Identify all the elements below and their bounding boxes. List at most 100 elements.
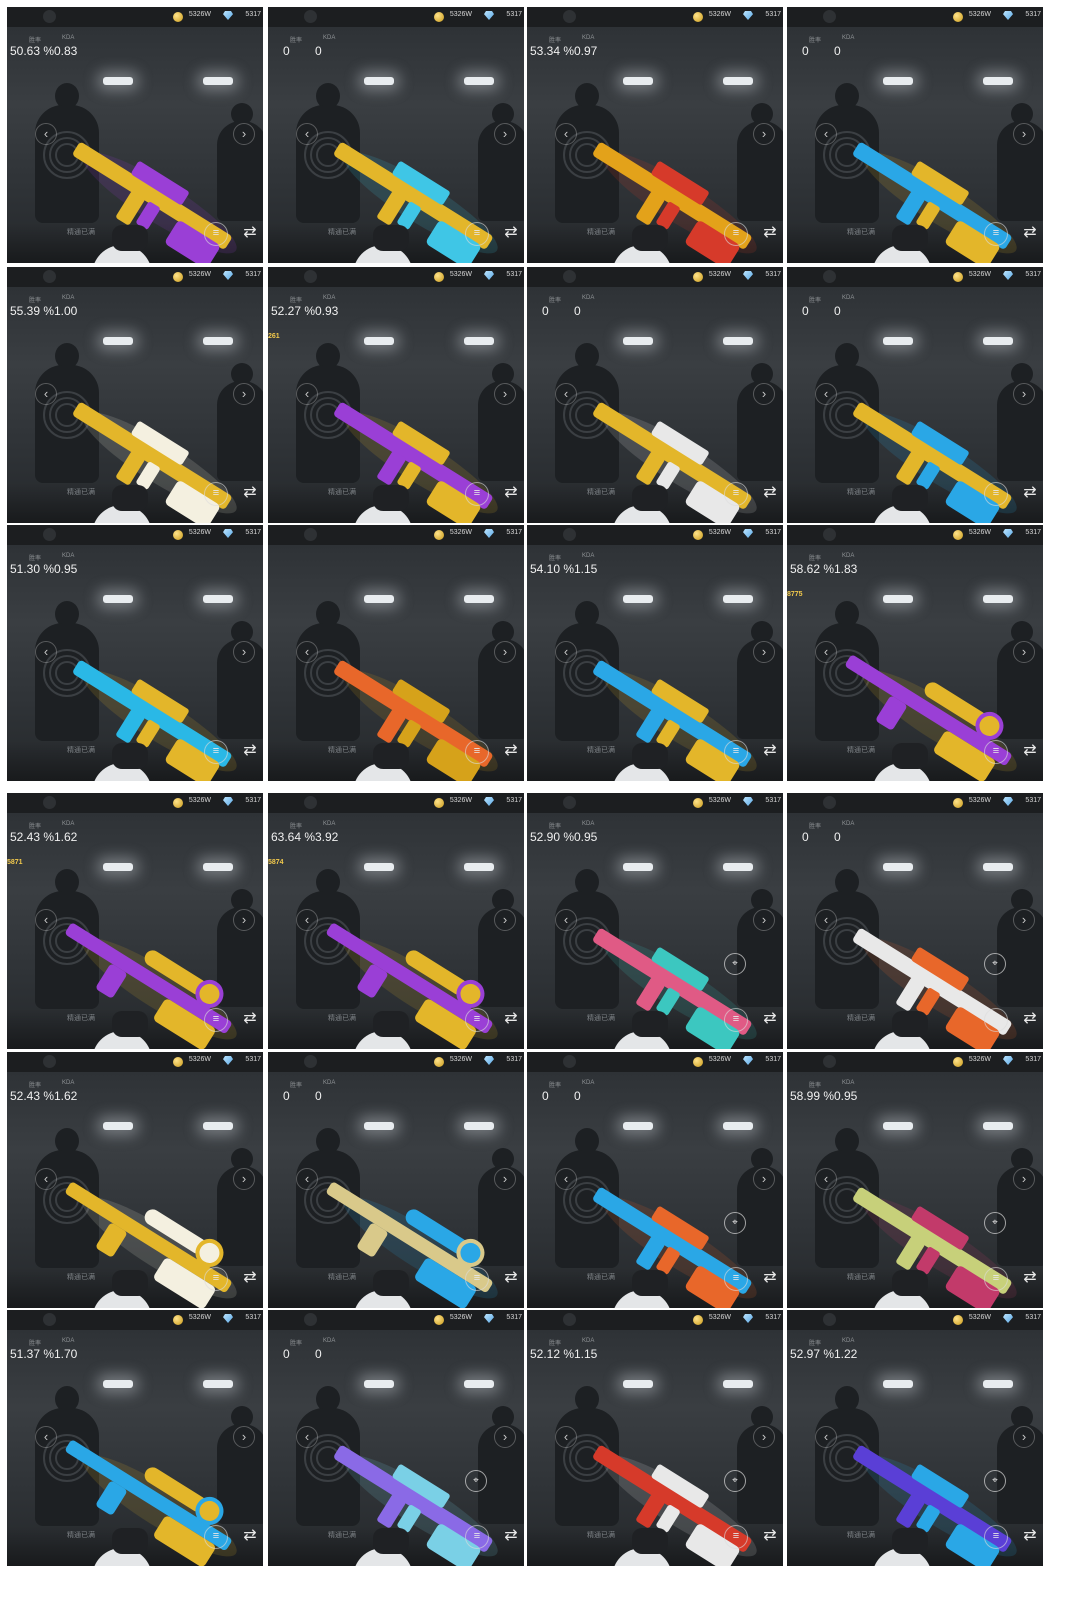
kda-value: 0.83: [54, 44, 78, 58]
scope-toggle-icon[interactable]: ⌖: [984, 953, 1006, 975]
inspect-button[interactable]: ≡: [204, 222, 228, 246]
inspect-button[interactable]: ≡: [724, 1008, 748, 1032]
inspect-button[interactable]: ≡: [204, 1525, 228, 1549]
swap-weapon-icon[interactable]: ⇄: [759, 1008, 781, 1030]
swap-weapon-icon[interactable]: ⇄: [759, 740, 781, 762]
kda-value: 0.95: [834, 1089, 858, 1103]
player-glove: [892, 485, 928, 511]
weapon-skin-tile[interactable]: 5326W 5317 ‹ › 精通已满 胜率 KDA 52.27 % 0.93 261 ≡ ⇄: [268, 267, 524, 523]
inspect-button[interactable]: ≡: [724, 1267, 748, 1291]
swap-weapon-icon[interactable]: ⇄: [500, 482, 522, 504]
weapon-skin-tile[interactable]: 5326W 5317 ‹ › 精通已满 胜率 KDA 0 0 ⌖ ≡ ⇄: [268, 1310, 524, 1566]
weapon-skin-tile[interactable]: 5326W 5317 ‹ › 精通已满 胜率 KDA 55.39 % 1.00 ≡ ⇄: [7, 267, 263, 523]
inspect-button[interactable]: ≡: [984, 1008, 1008, 1032]
swap-weapon-icon[interactable]: ⇄: [500, 1267, 522, 1289]
weapon-skin-tile[interactable]: 5326W 5317 ‹ › 精通已满 胜率 KDA 0 0 ⌖ ≡ ⇄: [527, 1052, 783, 1308]
inspect-button[interactable]: ≡: [204, 482, 228, 506]
weapon-skin-tile[interactable]: 5326W 5317 ‹ › 精通已满 胜率 KDA 54.10 % 1.15 ≡ ⇄: [527, 525, 783, 781]
weapon-skin-tile[interactable]: 5326W 5317 ‹ › 精通已满 胜率 KDA 53.34 % 0.97 ≡ ⇄: [527, 7, 783, 263]
swap-weapon-icon[interactable]: ⇄: [239, 1525, 261, 1547]
inspect-button[interactable]: ≡: [984, 1525, 1008, 1549]
kda-value: 0: [315, 44, 322, 58]
swap-weapon-icon[interactable]: ⇄: [500, 222, 522, 244]
inspect-button[interactable]: ≡: [204, 1008, 228, 1032]
inspect-button[interactable]: ≡: [984, 482, 1008, 506]
stats-panel: 胜率 KDA 50.63 % 0.83: [7, 35, 117, 65]
swap-weapon-icon[interactable]: ⇄: [759, 1525, 781, 1547]
inspect-button[interactable]: ≡: [465, 482, 489, 506]
scope-toggle-icon[interactable]: ⌖: [724, 953, 746, 975]
inspect-button[interactable]: ≡: [465, 740, 489, 764]
player-glove: [373, 1270, 409, 1296]
swap-weapon-icon[interactable]: ⇄: [500, 740, 522, 762]
swap-weapon-icon[interactable]: ⇄: [239, 482, 261, 504]
scope-toggle-icon[interactable]: ⌖: [724, 1470, 746, 1492]
inspect-button[interactable]: ≡: [204, 1267, 228, 1291]
weapon-skin-tile[interactable]: 5326W 5317 ‹ › 精通已满 胜率 KDA 0 0 ≡ ⇄: [787, 267, 1043, 523]
weapon-skin-tile[interactable]: 5326W 5317 ‹ › 精通已满 胜率 KDA 52.43 % 1.62 ≡ ⇄: [7, 1052, 263, 1308]
swap-weapon-icon[interactable]: ⇄: [239, 222, 261, 244]
inspect-button[interactable]: ≡: [724, 740, 748, 764]
swap-weapon-icon[interactable]: ⇄: [1019, 222, 1041, 244]
inspect-button[interactable]: ≡: [465, 1008, 489, 1032]
swap-weapon-icon[interactable]: ⇄: [1019, 1267, 1041, 1289]
weapon-skin-tile[interactable]: 5326W 5317 ‹ › 精通已满 胜率 KDA 63.64 % 3.92 5874 ≡ ⇄: [268, 793, 524, 1049]
inspect-button[interactable]: ≡: [465, 1525, 489, 1549]
winrate-value: 0: [802, 830, 809, 844]
weapon-skin-tile[interactable]: 5326W 5317 ‹ › 精通已满 ≡ ⇄: [268, 525, 524, 781]
kda-label: KDA: [582, 35, 595, 41]
weapon-skin-tile[interactable]: 5326W 5317 ‹ › 精通已满 胜率 KDA 58.62 % 1.83 8775 ≡ ⇄: [787, 525, 1043, 781]
scope-toggle-icon[interactable]: ⌖: [984, 1470, 1006, 1492]
swap-weapon-icon[interactable]: ⇄: [500, 1008, 522, 1030]
weapon-skin-tile[interactable]: 5326W 5317 ‹ › 精通已满 胜率 KDA 52.43 % 1.62 5871 ≡ ⇄: [7, 793, 263, 1049]
weapon-skin-tile[interactable]: 5326W 5317 ‹ › 精通已满 胜率 KDA 58.99 % 0.95 ⌖ ≡ ⇄: [787, 1052, 1043, 1308]
winrate-value: 50.63 %: [10, 44, 55, 58]
scope-toggle-icon[interactable]: ⌖: [465, 1470, 487, 1492]
winrate-label: 胜率: [29, 824, 42, 830]
swap-weapon-icon[interactable]: ⇄: [759, 1267, 781, 1289]
player-glove: [632, 485, 668, 511]
kda-value: 1.62: [54, 1089, 78, 1103]
inspect-button[interactable]: ≡: [724, 482, 748, 506]
inspect-button[interactable]: ≡: [984, 740, 1008, 764]
weapon-skin-tile[interactable]: 5326W 5317 ‹ › 精通已满 胜率 KDA 52.90 % 0.95 ⌖ ≡ ⇄: [527, 793, 783, 1049]
inspect-button[interactable]: ≡: [984, 222, 1008, 246]
swap-weapon-icon[interactable]: ⇄: [239, 1008, 261, 1030]
inspect-button[interactable]: ≡: [724, 1525, 748, 1549]
swap-weapon-icon[interactable]: ⇄: [1019, 740, 1041, 762]
swap-weapon-icon[interactable]: ⇄: [239, 740, 261, 762]
kda-value: 1.15: [574, 562, 598, 576]
swap-weapon-icon[interactable]: ⇄: [239, 1267, 261, 1289]
inspect-button[interactable]: ≡: [465, 1267, 489, 1291]
player-glove: [892, 743, 928, 769]
weapon-skin-tile[interactable]: 5326W 5317 ‹ › 精通已满 胜率 KDA 0 0 ≡ ⇄: [787, 7, 1043, 263]
weapon-skin-tile[interactable]: 5326W 5317 ‹ › 精通已满 胜率 KDA 51.30 % 0.95 ≡ ⇄: [7, 525, 263, 781]
player-glove: [112, 485, 148, 511]
swap-weapon-icon[interactable]: ⇄: [759, 222, 781, 244]
scope-toggle-icon[interactable]: ⌖: [724, 1212, 746, 1234]
swap-weapon-icon[interactable]: ⇄: [1019, 1008, 1041, 1030]
stats-panel: 胜率 KDA 0 0: [527, 295, 637, 325]
weapon-skin-tile[interactable]: 5326W 5317 ‹ › 精通已满 胜率 KDA 0 0 ≡ ⇄: [268, 1052, 524, 1308]
kda-value: 0: [574, 1089, 581, 1103]
kda-label: KDA: [62, 553, 75, 559]
inspect-button[interactable]: ≡: [465, 222, 489, 246]
weapon-skin-tile[interactable]: 5326W 5317 ‹ › 精通已满 胜率 KDA 52.12 % 1.15 ⌖ ≡ ⇄: [527, 1310, 783, 1566]
swap-weapon-icon[interactable]: ⇄: [500, 1525, 522, 1547]
swap-weapon-icon[interactable]: ⇄: [1019, 482, 1041, 504]
scope-toggle-icon[interactable]: ⌖: [984, 1212, 1006, 1234]
weapon-skin-tile[interactable]: 5326W 5317 ‹ › 精通已满 胜率 KDA 0 0 ⌖ ≡ ⇄: [787, 793, 1043, 1049]
weapon-skin-tile[interactable]: 5326W 5317 ‹ › 精通已满 胜率 KDA 0 0 ≡ ⇄: [527, 267, 783, 523]
inspect-button[interactable]: ≡: [724, 222, 748, 246]
kda-label: KDA: [62, 1338, 75, 1344]
weapon-skin-tile[interactable]: 5326W 5317 ‹ › 精通已满 胜率 KDA 50.63 % 0.83 ≡ ⇄: [7, 7, 263, 263]
inspect-button[interactable]: ≡: [204, 740, 228, 764]
swap-weapon-icon[interactable]: ⇄: [759, 482, 781, 504]
swap-weapon-icon[interactable]: ⇄: [1019, 1525, 1041, 1547]
weapon-skin-tile[interactable]: 5326W 5317 ‹ › 精通已满 胜率 KDA 0 0 ≡ ⇄: [268, 7, 524, 263]
weapon-skin-tile[interactable]: 5326W 5317 ‹ › 精通已满 胜率 KDA 51.37 % 1.70 ≡ ⇄: [7, 1310, 263, 1566]
weapon-skin-tile[interactable]: 5326W 5317 ‹ › 精通已满 胜率 KDA 52.97 % 1.22 ⌖ ≡ ⇄: [787, 1310, 1043, 1566]
inspect-button[interactable]: ≡: [984, 1267, 1008, 1291]
kda-value: 0: [834, 830, 841, 844]
stats-panel: 胜率 KDA 0 0: [787, 821, 897, 851]
